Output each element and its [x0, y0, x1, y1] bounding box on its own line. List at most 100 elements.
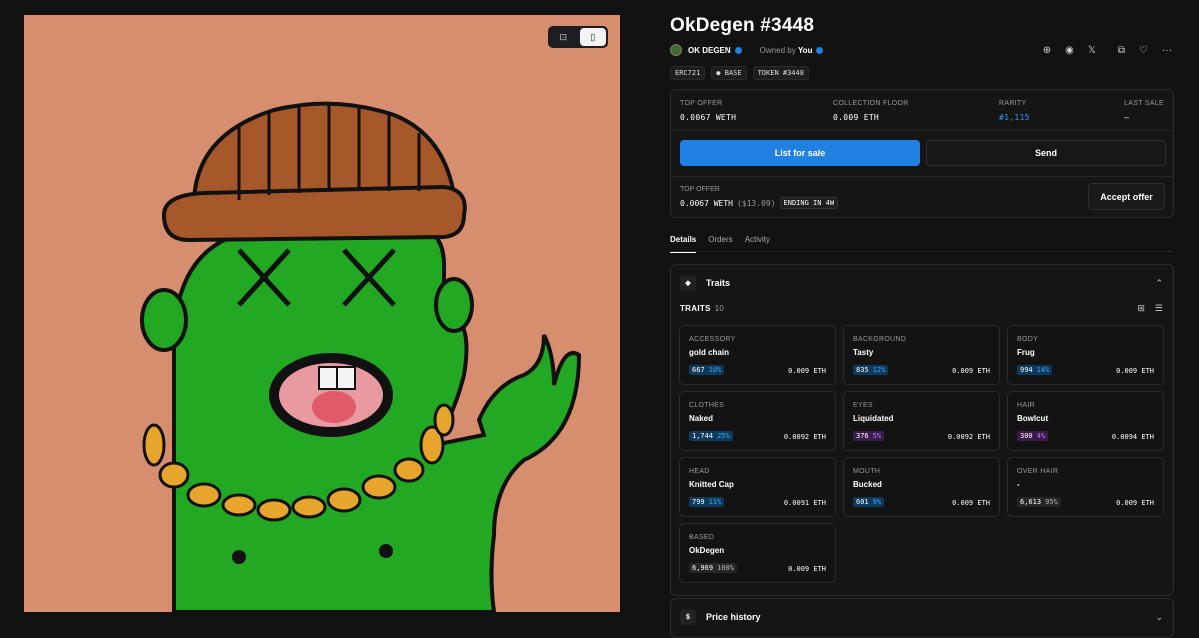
trait-floor-price: 0.0094 ETH	[1111, 433, 1154, 441]
chevron-up-icon[interactable]: ⌃	[1155, 278, 1163, 289]
trait-card[interactable]: EYES Liquidated 376 5% 0.0092 ETH	[843, 391, 1000, 451]
trait-count-badge: 667 10%	[689, 365, 725, 375]
trait-floor-price: 0.009 ETH	[788, 565, 826, 573]
price-history-title: Price history	[706, 612, 761, 622]
trait-count-badge: 994 14%	[1017, 365, 1053, 375]
owner-label: Owned by You	[759, 45, 813, 55]
collection-link[interactable]: OK DEGEN	[688, 46, 731, 55]
trait-value: -	[1017, 480, 1020, 489]
trait-value: Knitted Cap	[689, 480, 734, 489]
trait-card[interactable]: BODY Frug 994 14% 0.009 ETH	[1007, 325, 1164, 385]
trait-category: EYES	[853, 402, 873, 409]
chevron-down-icon[interactable]: ⌄	[1155, 612, 1163, 623]
trait-count-badge: 1,744 25%	[689, 431, 733, 441]
discord-icon[interactable]: ◉	[1065, 45, 1074, 56]
header-actions: ⊕ ◉ 𝕏 ⧉ ♡ ···	[1043, 45, 1172, 56]
nft-image[interactable]: ⊡ ▯	[24, 15, 620, 612]
trait-count-badge: 835 12%	[853, 365, 889, 375]
trait-count-badge: 601 9%	[853, 497, 885, 507]
last-sale-stat: LAST SALE –	[1124, 100, 1164, 122]
standard-chip: ERC721	[670, 66, 706, 80]
view-mode-toggle[interactable]: ⊡ ▯	[548, 26, 608, 48]
trait-category: OVER HAIR	[1017, 468, 1059, 475]
trait-value: Tasty	[853, 348, 874, 357]
trait-count-badge: 300 4%	[1017, 431, 1049, 441]
grid-view-icon[interactable]: ⊞	[1137, 303, 1145, 314]
traits-icon: ◆	[680, 275, 696, 291]
trait-card[interactable]: CLOTHES Naked 1,744 25% 0.0092 ETH	[679, 391, 836, 451]
collection-avatar[interactable]	[670, 44, 682, 56]
trait-count-badge: 6,613 95%	[1017, 497, 1061, 507]
trait-card[interactable]: HAIR Bowlcut 300 4% 0.0094 ETH	[1007, 391, 1164, 451]
trait-floor-price: 0.009 ETH	[1116, 499, 1154, 507]
traits-grid: ACCESSORY gold chain 667 10% 0.009 ETH BACKGR…	[679, 325, 1166, 583]
collection-floor-stat: COLLECTION FLOOR 0.009 ETH	[833, 100, 909, 122]
x-icon[interactable]: 𝕏	[1088, 45, 1096, 56]
trait-card[interactable]: HEAD Knitted Cap 799 11% 0.0091 ETH	[679, 457, 836, 517]
list-view-icon[interactable]: ☰	[1155, 303, 1163, 314]
trait-floor-price: 0.009 ETH	[1116, 367, 1154, 375]
trait-value: Liquidated	[853, 414, 894, 423]
top-offer-stat: TOP OFFER 0.0067 WETH	[680, 100, 737, 122]
price-history-header[interactable]: $ Price history	[680, 609, 761, 625]
trait-category: HAIR	[1017, 402, 1035, 409]
more-icon[interactable]: ···	[1162, 45, 1172, 56]
top-offer-label: TOP OFFER	[680, 186, 720, 193]
trait-card[interactable]: ACCESSORY gold chain 667 10% 0.009 ETH	[679, 325, 836, 385]
trait-floor-price: 0.009 ETH	[952, 499, 990, 507]
heart-icon[interactable]: ♡	[1139, 45, 1148, 56]
list-for-sale-button[interactable]: List for sale	[680, 140, 920, 166]
trait-card[interactable]: BACKGROUND Tasty 835 12% 0.009 ETH	[843, 325, 1000, 385]
trait-value: gold chain	[689, 348, 729, 357]
trait-category: ACCESSORY	[689, 336, 736, 343]
light-view-icon[interactable]: ▯	[579, 28, 606, 46]
accept-offer-button[interactable]: Accept offer	[1088, 183, 1165, 210]
trait-card[interactable]: MOUTH Bucked 601 9% 0.009 ETH	[843, 457, 1000, 517]
trait-floor-price: 0.0092 ETH	[783, 433, 826, 441]
traits-section: ◆ Traits ⌃ TRAITS 10 ⊞ ☰ ACCESSORY gold ch…	[670, 264, 1174, 596]
traits-title: Traits	[706, 278, 731, 288]
trait-floor-price: 0.009 ETH	[952, 367, 990, 375]
trait-floor-price: 0.0092 ETH	[947, 433, 990, 441]
page-title: OkDegen #3448	[670, 15, 815, 36]
owner-verified-icon	[816, 46, 824, 54]
price-history-section[interactable]: $ Price history ⌄	[670, 598, 1174, 638]
trait-category: BACKGROUND	[853, 336, 907, 343]
send-button[interactable]: Send	[926, 140, 1166, 166]
globe-icon[interactable]: ⊕	[1043, 45, 1051, 56]
trait-count-badge: 799 11%	[689, 497, 725, 507]
trait-card[interactable]: OVER HAIR - 6,613 95% 0.009 ETH	[1007, 457, 1164, 517]
trait-value: Bucked	[853, 480, 882, 489]
trait-count-badge: 376 5%	[853, 431, 885, 441]
chain-chip[interactable]: ● BASE	[711, 66, 747, 80]
trait-value: Naked	[689, 414, 714, 423]
trait-category: HEAD	[689, 468, 710, 475]
trait-value: Frug	[1017, 348, 1035, 357]
rarity-stat[interactable]: RARITY #1,115	[999, 100, 1030, 122]
trait-floor-price: 0.0091 ETH	[783, 499, 826, 507]
traits-view-switch: ⊞ ☰	[1137, 303, 1163, 314]
owner-link[interactable]: You	[798, 46, 813, 55]
trait-card[interactable]: BASED OkDegen 6,969 100% 0.009 ETH	[679, 523, 836, 583]
verified-badge-icon	[734, 46, 742, 54]
trait-floor-price: 0.009 ETH	[788, 367, 826, 375]
dark-view-icon[interactable]: ⊡	[550, 28, 577, 46]
offer-amount: 0.0067 WETH	[680, 198, 733, 208]
traits-count-label: TRAITS 10	[680, 304, 725, 313]
dollar-icon: $	[680, 609, 696, 625]
trait-count-badge: 6,969 100%	[689, 563, 737, 573]
item-details-panel: OkDegen #3448 OK DEGEN Owned by You ⊕ ◉ …	[670, 0, 1174, 638]
traits-header[interactable]: ◆ Traits	[680, 275, 730, 291]
trait-category: CLOTHES	[689, 402, 725, 409]
trait-category: MOUTH	[853, 468, 881, 475]
trait-value: OkDegen	[689, 546, 725, 555]
offer-usd: ($13.09)	[736, 198, 776, 208]
trait-value: Bowlcut	[1017, 414, 1049, 423]
top-offer-row: 0.0067 WETH ($13.09) ENDING IN 4W	[680, 197, 839, 209]
copy-icon[interactable]: ⧉	[1118, 45, 1125, 56]
listing-box: TOP OFFER 0.0067 WETH COLLECTION FLOOR 0…	[670, 89, 1174, 218]
collection-owner-row: OK DEGEN Owned by You	[670, 44, 824, 56]
token-chips: ERC721 ● BASE TOKEN #3448	[670, 66, 809, 80]
trait-category: BASED	[689, 534, 715, 541]
trait-category: BODY	[1017, 336, 1039, 343]
